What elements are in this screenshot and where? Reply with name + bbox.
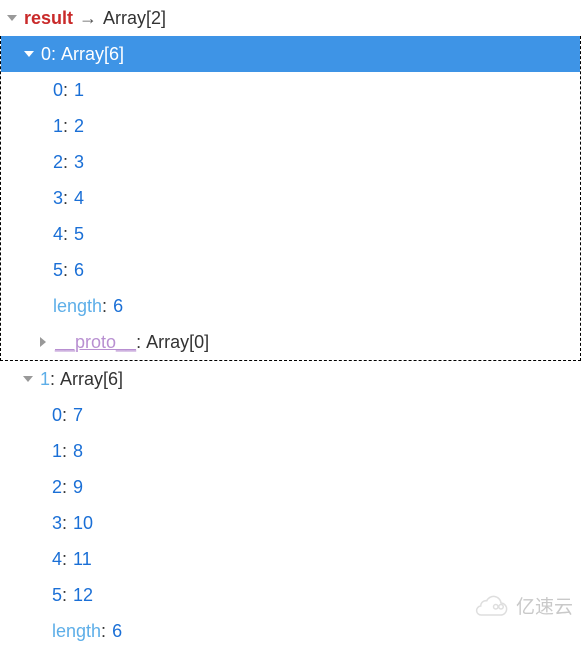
type-label: Array[6] bbox=[61, 44, 124, 65]
collapse-arrow-icon[interactable] bbox=[35, 337, 51, 347]
colon: : bbox=[102, 296, 107, 317]
length-key: length bbox=[52, 621, 101, 642]
tree-entry[interactable]: 1: 2 bbox=[1, 108, 580, 144]
entry-value: 3 bbox=[74, 152, 84, 173]
length-value: 6 bbox=[113, 296, 123, 317]
tree-entry[interactable]: 0: 1 bbox=[1, 72, 580, 108]
entry-key: 2 bbox=[52, 477, 62, 498]
type-label: Array[2] bbox=[103, 8, 166, 29]
colon: : bbox=[62, 549, 67, 570]
tree-item-1[interactable]: 1: Array[6] bbox=[0, 361, 581, 397]
colon: : bbox=[51, 44, 61, 65]
colon: : bbox=[63, 116, 68, 137]
entry-key: 4 bbox=[53, 224, 63, 245]
colon: : bbox=[63, 224, 68, 245]
colon: : bbox=[101, 621, 106, 642]
entry-key: 0 bbox=[53, 80, 63, 101]
proto-key: __proto__ bbox=[55, 332, 136, 353]
entry-key: 1 bbox=[52, 441, 62, 462]
entry-key: 3 bbox=[52, 513, 62, 534]
cloud-icon bbox=[474, 595, 510, 617]
tree-entry[interactable]: 0: 7 bbox=[0, 397, 581, 433]
colon: : bbox=[63, 260, 68, 281]
tree-item-0[interactable]: 0: Array[6] bbox=[1, 36, 580, 72]
tree-root-row[interactable]: result → Array[2] bbox=[0, 0, 581, 36]
tree-entry[interactable]: 3: 10 bbox=[0, 505, 581, 541]
expand-arrow-icon[interactable] bbox=[4, 13, 20, 23]
watermark: 亿速云 bbox=[474, 592, 573, 619]
entry-key: 1 bbox=[53, 116, 63, 137]
entry-value: 4 bbox=[74, 188, 84, 209]
expand-arrow-icon[interactable] bbox=[21, 49, 37, 59]
selected-group-outline: 0: Array[6] 0: 1 1: 2 2: 3 3: 4 4: 5 5: … bbox=[0, 36, 581, 361]
tree-entry[interactable]: 4: 5 bbox=[1, 216, 580, 252]
tree-entry[interactable]: 2: 9 bbox=[0, 469, 581, 505]
colon: : bbox=[50, 369, 60, 390]
colon: : bbox=[62, 405, 67, 426]
item-index: 0 bbox=[41, 44, 51, 65]
entry-value: 12 bbox=[73, 585, 93, 606]
colon: : bbox=[62, 513, 67, 534]
tree-length[interactable]: length: 6 bbox=[1, 288, 580, 324]
length-value: 6 bbox=[112, 621, 122, 642]
tree-entry[interactable]: 1: 8 bbox=[0, 433, 581, 469]
entry-key: 5 bbox=[52, 585, 62, 606]
variable-name: result bbox=[24, 8, 73, 29]
colon: : bbox=[63, 188, 68, 209]
entry-key: 4 bbox=[52, 549, 62, 570]
tree-proto[interactable]: __proto__: Array[0] bbox=[1, 324, 580, 360]
type-label: Array[0] bbox=[146, 332, 209, 353]
item-index: 1 bbox=[40, 369, 50, 390]
tree-entry[interactable]: 5: 6 bbox=[1, 252, 580, 288]
entry-value: 10 bbox=[73, 513, 93, 534]
colon: : bbox=[62, 585, 67, 606]
tree-entry[interactable]: 4: 11 bbox=[0, 541, 581, 577]
entry-value: 7 bbox=[73, 405, 83, 426]
expand-arrow-icon[interactable] bbox=[20, 374, 36, 384]
colon: : bbox=[62, 477, 67, 498]
colon: : bbox=[62, 441, 67, 462]
entry-value: 11 bbox=[73, 549, 92, 570]
watermark-text: 亿速云 bbox=[516, 592, 573, 619]
entry-key: 0 bbox=[52, 405, 62, 426]
tree-entry[interactable]: 3: 4 bbox=[1, 180, 580, 216]
entry-key: 3 bbox=[53, 188, 63, 209]
entry-value: 5 bbox=[74, 224, 84, 245]
entry-value: 8 bbox=[73, 441, 83, 462]
entry-key: 2 bbox=[53, 152, 63, 173]
entry-key: 5 bbox=[53, 260, 63, 281]
colon: : bbox=[63, 152, 68, 173]
colon: : bbox=[136, 332, 146, 353]
arrow-separator: → bbox=[79, 8, 97, 29]
entry-value: 1 bbox=[74, 80, 84, 101]
entry-value: 6 bbox=[74, 260, 84, 281]
tree-entry[interactable]: 2: 3 bbox=[1, 144, 580, 180]
colon: : bbox=[63, 80, 68, 101]
entry-value: 9 bbox=[73, 477, 83, 498]
type-label: Array[6] bbox=[60, 369, 123, 390]
length-key: length bbox=[53, 296, 102, 317]
entry-value: 2 bbox=[74, 116, 84, 137]
